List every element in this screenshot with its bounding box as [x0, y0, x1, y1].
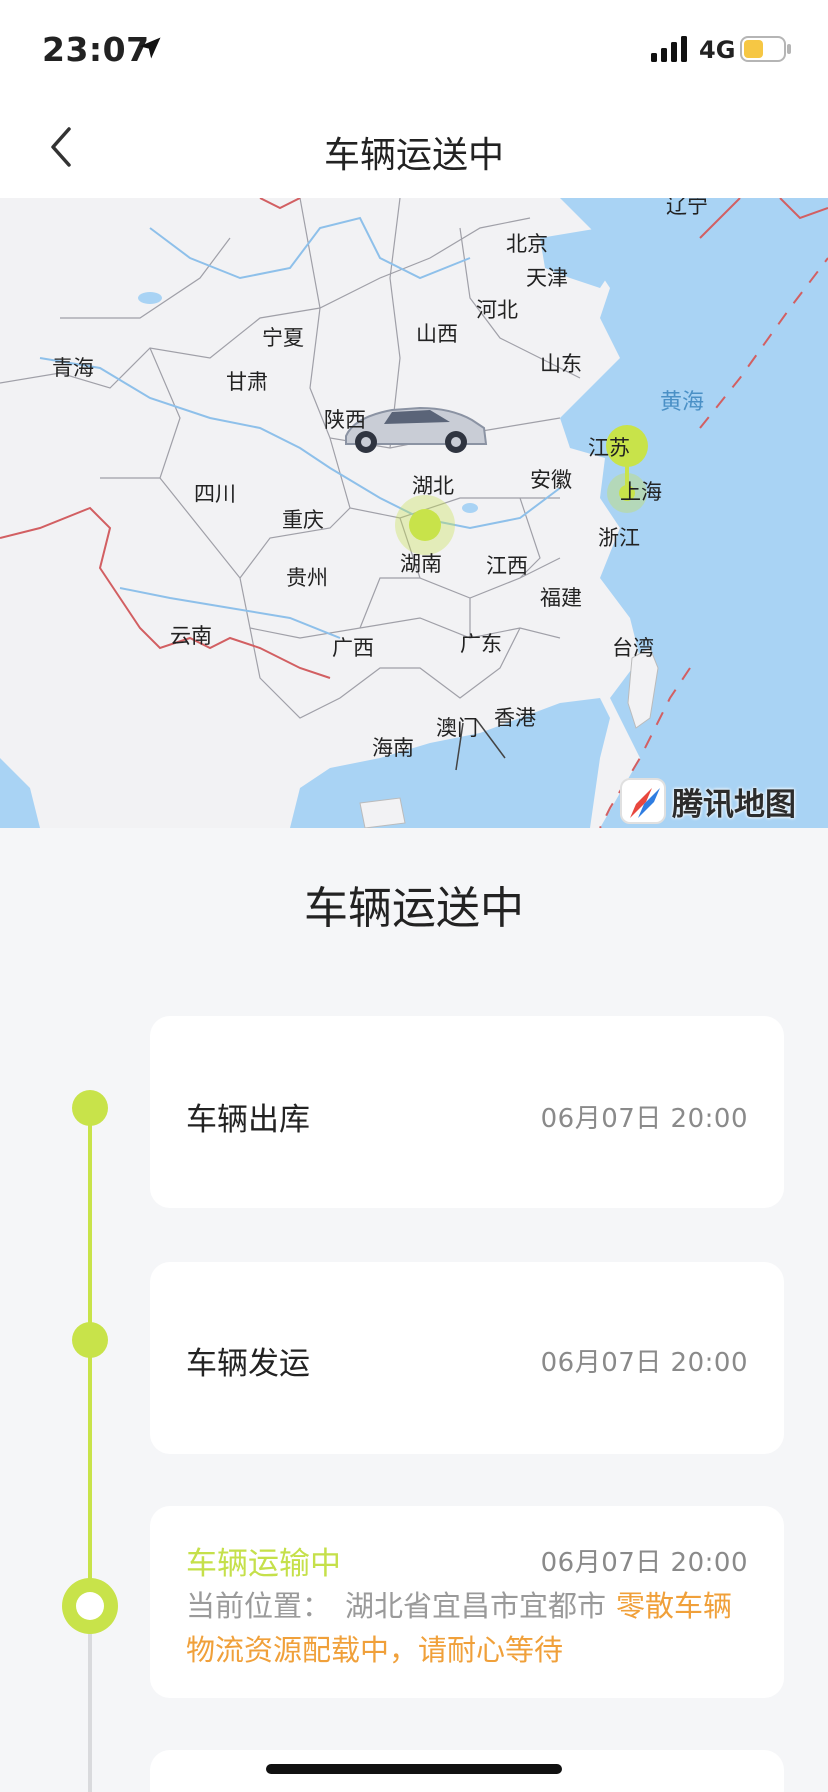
map-label: 广西 [332, 636, 374, 660]
step-title: 车辆出库 [186, 1102, 310, 1138]
map-label: 江苏 [588, 436, 630, 460]
map-label: 香港 [494, 706, 536, 730]
page-title: 车辆运送中 [323, 135, 504, 176]
timeline-card-current[interactable]: 车辆运输中 06月07日 20:00 当前位置： 湖北省宜昌市宜都市 零散车辆物流资… [150, 1506, 784, 1698]
map-label: 北京 [506, 232, 548, 256]
map-label: 安徽 [530, 468, 572, 492]
step-title: 车辆发运 [186, 1346, 310, 1382]
battery-icon [740, 36, 791, 62]
home-indicator [266, 1764, 562, 1774]
map-label: 湖北 [412, 474, 454, 498]
map-sea-label: 黄海 [660, 390, 705, 415]
map-label: 重庆 [282, 508, 324, 532]
map-label: 广东 [460, 632, 502, 656]
map-label: 云南 [170, 624, 212, 648]
map-label: 江西 [486, 554, 528, 578]
location-label: 当前位置： [186, 1589, 332, 1623]
location-arrow-icon [139, 37, 161, 59]
map-label: 福建 [540, 586, 582, 610]
map-label: 甘肃 [226, 370, 268, 394]
map-label: 海南 [372, 736, 414, 760]
map-label: 辽宁 [666, 198, 708, 218]
map-label: 上海 [620, 480, 662, 504]
map-label: 青海 [52, 356, 94, 380]
notice-text: 物流资源配载中，请耐心等待 [186, 1633, 564, 1667]
map-label: 宁夏 [262, 326, 304, 350]
step-time: 06月07日 20:00 [540, 1548, 748, 1578]
map-label: 山东 [540, 352, 582, 376]
map-label: 澳门 [436, 716, 478, 740]
step-detail: 当前位置： 湖北省宜昌市宜都市 零散车辆物流资源配载中，请耐心等待 [186, 1584, 748, 1672]
map-provider-logo[interactable]: 腾讯地图 [620, 776, 796, 826]
timeline-card[interactable]: 车辆出库 06月07日 20:00 [150, 1016, 784, 1208]
location-value: 湖北省宜昌市宜都市 [345, 1589, 607, 1623]
timeline-card[interactable]: 车辆发运 06月07日 20:00 [150, 1262, 784, 1454]
step-title: 车辆运输中 [186, 1546, 341, 1582]
map-label: 贵州 [286, 566, 328, 590]
compass-icon [620, 778, 666, 824]
network-label: 4G [699, 36, 736, 64]
section-title: 车辆运送中 [304, 883, 524, 934]
signal-icon [651, 36, 687, 62]
map-label: 山西 [416, 322, 458, 346]
map-canvas [0, 198, 828, 828]
map-label: 浙江 [598, 526, 640, 550]
map-provider-name: 腾讯地图 [672, 786, 796, 823]
map-label: 湖南 [400, 552, 442, 576]
nav-bar: 车辆运送中 [0, 96, 828, 198]
current-position-marker [409, 509, 441, 541]
timeline-dot-current [62, 1578, 118, 1634]
status-bar: 23:07 4G [0, 0, 828, 96]
timeline-dot-done [72, 1322, 108, 1358]
map-label: 陕西 [324, 408, 366, 432]
map-label: 台湾 [612, 636, 654, 660]
step-time: 06月07日 20:00 [540, 1104, 748, 1134]
car-icon [345, 406, 488, 453]
map-label: 河北 [476, 298, 518, 322]
timeline-dot-done [72, 1090, 108, 1126]
status-time: 23:07 [42, 30, 150, 69]
route-map[interactable]: 辽宁 北京 天津 河北 山西 宁夏 青海 甘肃 山东 陕西 江苏 安徽 湖北 上… [0, 198, 828, 828]
map-label: 天津 [526, 266, 568, 290]
map-label: 四川 [194, 482, 236, 506]
notice-text: 零散车辆 [616, 1589, 733, 1623]
step-time: 06月07日 20:00 [540, 1348, 748, 1378]
timeline-line [88, 1108, 92, 1608]
